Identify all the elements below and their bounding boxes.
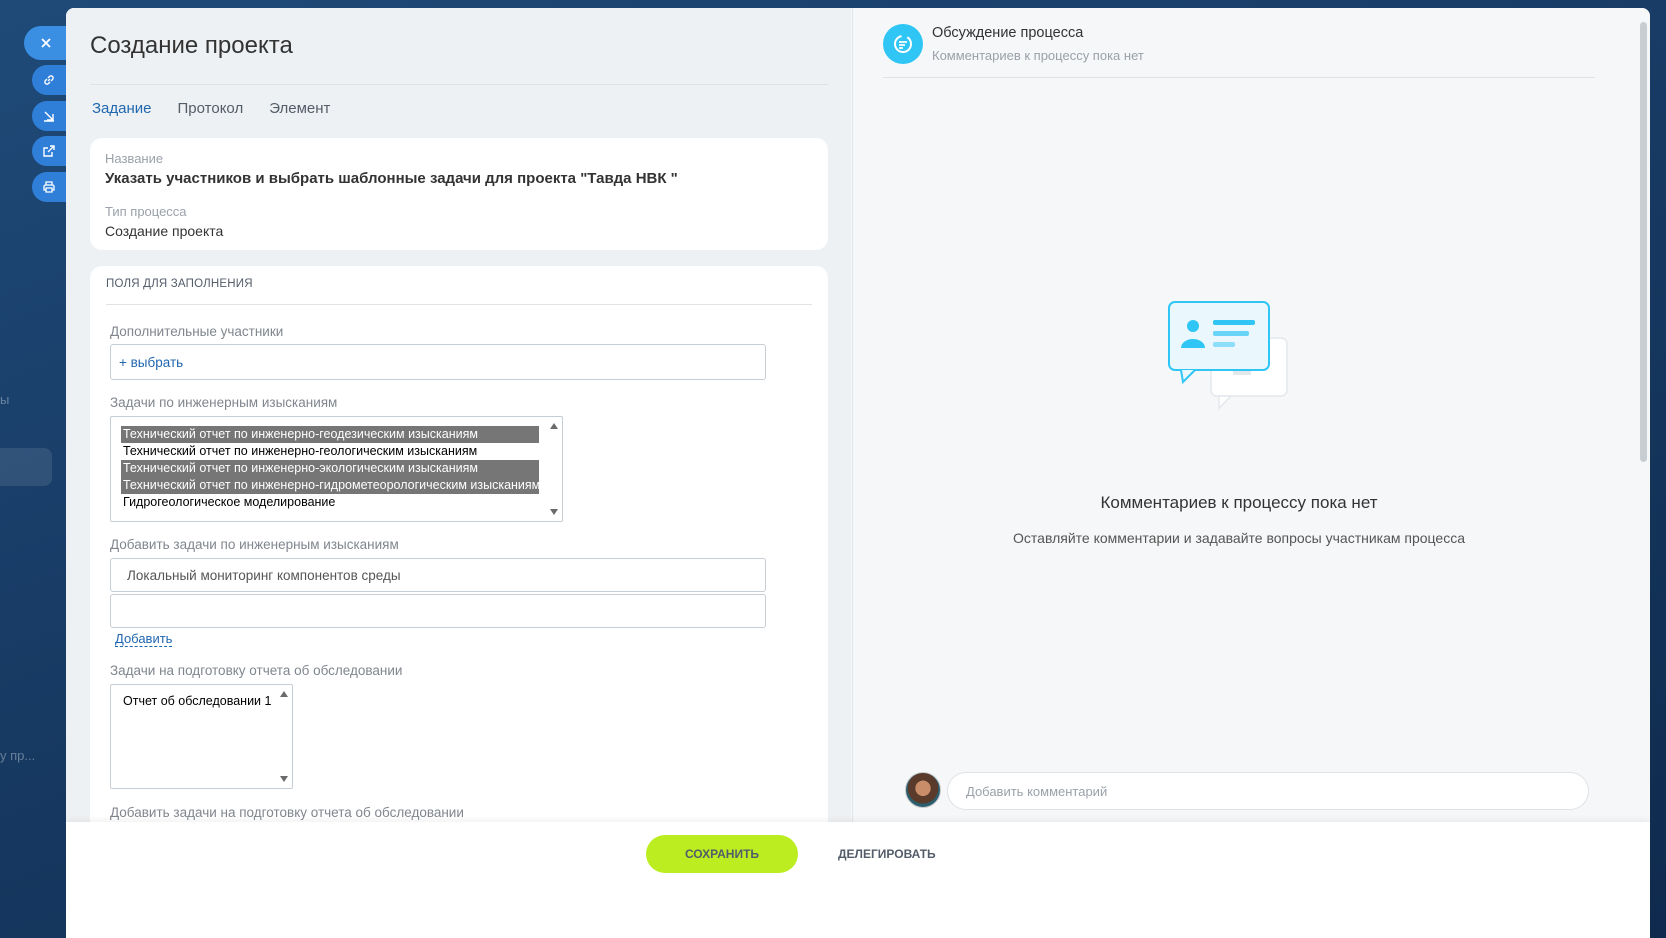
- discussion-subtitle: Комментариев к процессу пока нет: [932, 48, 1144, 63]
- tabs: Задание Протокол Элемент: [92, 100, 330, 117]
- footer-bar: СОХРАНИТЬ ДЕЛЕГИРОВАТЬ: [66, 822, 1650, 938]
- list-option[interactable]: Технический отчет по инженерно-гидромете…: [121, 477, 540, 494]
- tab-protocol[interactable]: Протокол: [178, 100, 244, 117]
- comment-input[interactable]: Добавить комментарий: [947, 772, 1589, 810]
- print-icon: [43, 181, 55, 193]
- close-icon: [41, 38, 51, 48]
- discussion-pane: Обсуждение процесса Комментариев к проце…: [852, 8, 1650, 874]
- divider: [90, 84, 828, 85]
- scrollbar-thumb[interactable]: [1640, 22, 1647, 462]
- section-title: ПОЛЯ ДЛЯ ЗАПОЛНЕНИЯ: [106, 278, 253, 290]
- select-participants-link[interactable]: + выбрать: [111, 355, 183, 370]
- bp-task-slider: Создание проекта Задание Протокол Элемен…: [66, 8, 1650, 938]
- download-icon: [44, 111, 54, 122]
- scrollbar[interactable]: [1640, 8, 1648, 874]
- report-tasks-options: Отчет об обследовании 1: [121, 693, 271, 710]
- empty-state-title: Комментариев к процессу пока нет: [1100, 493, 1378, 512]
- empty-comments-illustration: [1168, 301, 1288, 410]
- participants-label: Дополнительные участники: [110, 324, 284, 339]
- listbox-scrollbar[interactable]: [546, 417, 562, 521]
- scroll-down-icon[interactable]: [280, 776, 288, 782]
- discussion-icon: [883, 24, 923, 64]
- task-pane: Создание проекта Задание Протокол Элемен…: [66, 8, 851, 886]
- background-menu-item: [0, 448, 52, 486]
- task-info-card: Название Указать участников и выбрать ша…: [90, 138, 828, 250]
- participants-field[interactable]: + выбрать: [110, 344, 766, 380]
- download-button[interactable]: [32, 101, 66, 131]
- report-tasks-listbox[interactable]: Отчет об обследовании 1: [110, 684, 293, 789]
- tab-task[interactable]: Задание: [92, 100, 152, 117]
- divider: [883, 77, 1595, 78]
- name-label: Название: [105, 151, 164, 166]
- scroll-up-icon[interactable]: [550, 423, 558, 429]
- empty-state-subtitle: Оставляйте комментарии и задавайте вопро…: [1013, 530, 1465, 546]
- scroll-up-icon[interactable]: [280, 691, 288, 697]
- add-survey-link[interactable]: Добавить: [115, 631, 173, 647]
- open-new-window-button[interactable]: [32, 136, 66, 166]
- print-button[interactable]: [32, 172, 66, 202]
- task-name: Указать участников и выбрать шаблонные з…: [105, 170, 678, 187]
- link-icon: [44, 75, 54, 85]
- discussion-title: Обсуждение процесса: [932, 25, 1084, 41]
- survey-tasks-options: Технический отчет по инженерно-геодезиче…: [121, 426, 540, 511]
- listbox-scrollbar[interactable]: [276, 685, 292, 788]
- survey-tasks-listbox[interactable]: Технический отчет по инженерно-геодезиче…: [110, 416, 563, 522]
- list-option[interactable]: Гидрогеологическое моделирование: [121, 494, 539, 511]
- close-button[interactable]: [24, 26, 68, 60]
- add-survey-input-2[interactable]: [110, 594, 766, 628]
- divider: [106, 304, 812, 305]
- process-type-label: Тип процесса: [105, 204, 187, 219]
- background-text: ы: [0, 392, 10, 407]
- tab-element[interactable]: Элемент: [269, 100, 330, 117]
- external-icon: [43, 145, 55, 157]
- list-option[interactable]: Технический отчет по инженерно-экологиче…: [121, 460, 539, 477]
- save-button[interactable]: СОХРАНИТЬ: [646, 835, 798, 873]
- copy-link-button[interactable]: [32, 65, 66, 95]
- list-option[interactable]: Отчет об обследовании 1: [121, 693, 271, 710]
- survey-tasks-label: Задачи по инженерным изысканиям: [110, 395, 338, 410]
- add-survey-label: Добавить задачи по инженерным изысканиям: [110, 537, 399, 552]
- process-type-value: Создание проекта: [105, 223, 224, 239]
- delegate-button[interactable]: ДЕЛЕГИРОВАТЬ: [838, 835, 936, 873]
- report-tasks-label: Задачи на подготовку отчета об обследова…: [110, 663, 403, 678]
- fields-card: ПОЛЯ ДЛЯ ЗАПОЛНЕНИЯ Дополнительные участ…: [90, 266, 828, 886]
- background-text: у пр...: [0, 748, 36, 763]
- add-survey-input-1[interactable]: Локальный мониторинг компонентов среды: [110, 558, 766, 592]
- page-title: Создание проекта: [90, 32, 293, 59]
- avatar: [905, 772, 941, 808]
- scroll-down-icon[interactable]: [550, 509, 558, 515]
- list-option[interactable]: Технический отчет по инженерно-геодезиче…: [121, 426, 539, 443]
- list-option[interactable]: Технический отчет по инженерно-геологиче…: [121, 443, 539, 460]
- add-report-label: Добавить задачи на подготовку отчета об …: [110, 805, 464, 820]
